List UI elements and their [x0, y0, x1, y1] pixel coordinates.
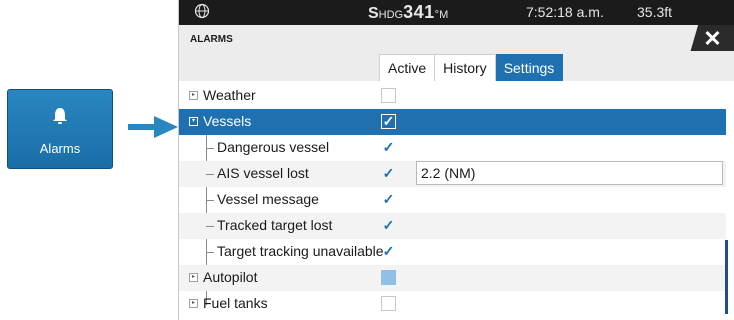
list-item-vessel-message[interactable]: Vessel message ✓: [179, 187, 726, 213]
list-item-dangerous-vessel[interactable]: Dangerous vessel ✓: [179, 135, 726, 161]
collapse-icon[interactable]: ▾: [189, 117, 198, 126]
checkbox-ais-vessel-lost[interactable]: ✓: [381, 166, 396, 181]
alarms-tile[interactable]: Alarms: [7, 89, 113, 169]
checkbox-weather[interactable]: ✓: [381, 88, 396, 103]
list-item-tracked-target-lost[interactable]: Tracked target lost ✓: [179, 213, 726, 239]
arrow-right-icon: [128, 116, 178, 138]
list-item-weather[interactable]: ▸ Weather ✓: [179, 83, 726, 109]
tab-history[interactable]: History: [435, 54, 496, 81]
expand-icon[interactable]: ▸: [189, 273, 198, 282]
heading-readout: SHDG341°M: [368, 2, 449, 22]
status-bar: SHDG341°M 7:52:18 a.m. 35.3ft: [179, 0, 734, 25]
tab-bar: Active History Settings: [179, 51, 734, 81]
tab-active[interactable]: Active: [379, 54, 436, 81]
ais-vessel-lost-value-field[interactable]: 2.2 (NM): [416, 161, 723, 185]
bell-icon: [8, 106, 112, 130]
checkbox-vessel-message[interactable]: ✓: [381, 192, 396, 207]
globe-icon[interactable]: [194, 3, 210, 23]
clock: 7:52:18 a.m.: [526, 4, 604, 20]
expand-icon[interactable]: ▸: [189, 299, 198, 308]
scrollbar[interactable]: [725, 240, 728, 314]
alarms-tile-label: Alarms: [39, 141, 81, 156]
depth-readout: 35.3ft: [637, 4, 673, 20]
checkbox-vessels[interactable]: ✓: [381, 114, 396, 129]
checkbox-tracked-target-lost[interactable]: ✓: [381, 218, 396, 233]
alarm-settings-list: ▸ Weather ✓ ▾ Vessels ✓ Dangerous vessel…: [179, 83, 726, 320]
list-item-target-tracking-unavailable[interactable]: Target tracking unavailable ✓: [179, 239, 726, 265]
list-item-ais-vessel-lost[interactable]: AIS vessel lost ✓ 2.2 (NM): [179, 161, 726, 187]
title-bar: ALARMS: [179, 25, 734, 51]
list-item-vessels[interactable]: ▾ Vessels ✓: [179, 109, 726, 135]
expand-icon[interactable]: ▸: [189, 91, 198, 100]
alarms-panel: SHDG341°M 7:52:18 a.m. 35.3ft ALARMS ✕ A…: [178, 0, 734, 320]
checkbox-target-tracking-unavailable[interactable]: ✓: [381, 244, 396, 259]
checkbox-autopilot[interactable]: ✓: [381, 270, 396, 285]
page-title: ALARMS: [190, 34, 233, 45]
list-item-fuel-tanks[interactable]: ▸ Fuel tanks ✓: [179, 291, 726, 317]
tab-settings[interactable]: Settings: [495, 54, 564, 81]
checkbox-fuel-tanks[interactable]: ✓: [381, 296, 396, 311]
list-item-autopilot[interactable]: ▸ Autopilot ✓: [179, 265, 726, 291]
checkbox-dangerous-vessel[interactable]: ✓: [381, 140, 396, 155]
